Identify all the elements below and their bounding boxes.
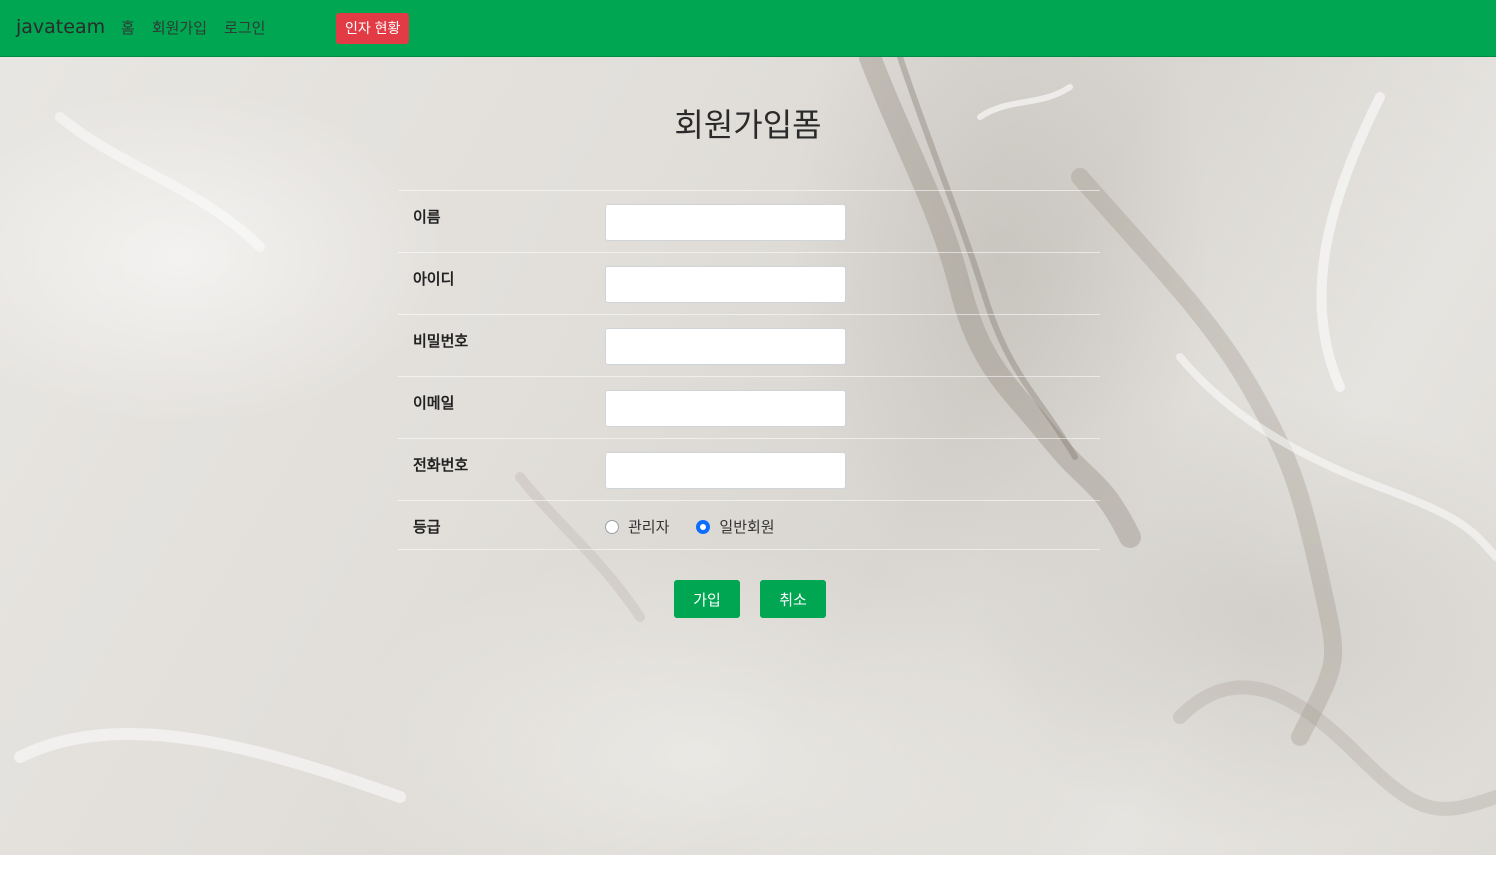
grade-option-member[interactable]: 일반회원 — [696, 516, 775, 537]
grade-label: 등급 — [413, 518, 441, 536]
grade-radio-group: 관리자 일반회원 — [605, 516, 802, 537]
signup-form: 이름 아이디 비밀번호 이메일 전화번호 등급 관리자 일반회원 — [398, 190, 1100, 550]
cancel-button[interactable]: 취소 — [760, 580, 826, 618]
form-row-name: 이름 — [398, 190, 1100, 252]
member-radio[interactable] — [696, 519, 711, 534]
email-label: 이메일 — [413, 394, 455, 412]
member-radio-label: 일반회원 — [719, 518, 775, 536]
email-input[interactable] — [605, 390, 846, 427]
id-label: 아이디 — [413, 270, 455, 288]
password-input[interactable] — [605, 328, 846, 365]
phone-input[interactable] — [605, 452, 846, 489]
form-buttons: 가입 취소 — [674, 580, 826, 618]
name-label: 이름 — [413, 208, 441, 226]
top-navbar: javateam 홈 회원가입 로그인 인자 현황 — [0, 0, 1496, 57]
password-label: 비밀번호 — [413, 332, 469, 350]
id-input[interactable] — [605, 266, 846, 303]
nav-link-signup[interactable]: 회원가입 — [152, 17, 207, 38]
grade-option-admin[interactable]: 관리자 — [605, 516, 669, 537]
submit-button[interactable]: 가입 — [674, 580, 740, 618]
admin-radio[interactable] — [605, 519, 619, 534]
form-row-email: 이메일 — [398, 376, 1100, 438]
page-title: 회원가입폼 — [674, 106, 822, 144]
phone-label: 전화번호 — [413, 456, 469, 474]
form-row-password: 비밀번호 — [398, 314, 1100, 376]
brand-link[interactable]: javateam — [16, 16, 105, 38]
name-input[interactable] — [605, 204, 846, 241]
nav-links: 홈 회원가입 로그인 — [121, 17, 282, 38]
hr-status-button[interactable]: 인자 현황 — [336, 13, 410, 44]
admin-radio-label: 관리자 — [628, 518, 670, 536]
nav-link-login[interactable]: 로그인 — [224, 17, 265, 38]
form-row-id: 아이디 — [398, 252, 1100, 314]
form-row-grade: 등급 관리자 일반회원 — [398, 500, 1100, 550]
form-row-phone: 전화번호 — [398, 438, 1100, 500]
nav-link-home[interactable]: 홈 — [121, 17, 135, 38]
